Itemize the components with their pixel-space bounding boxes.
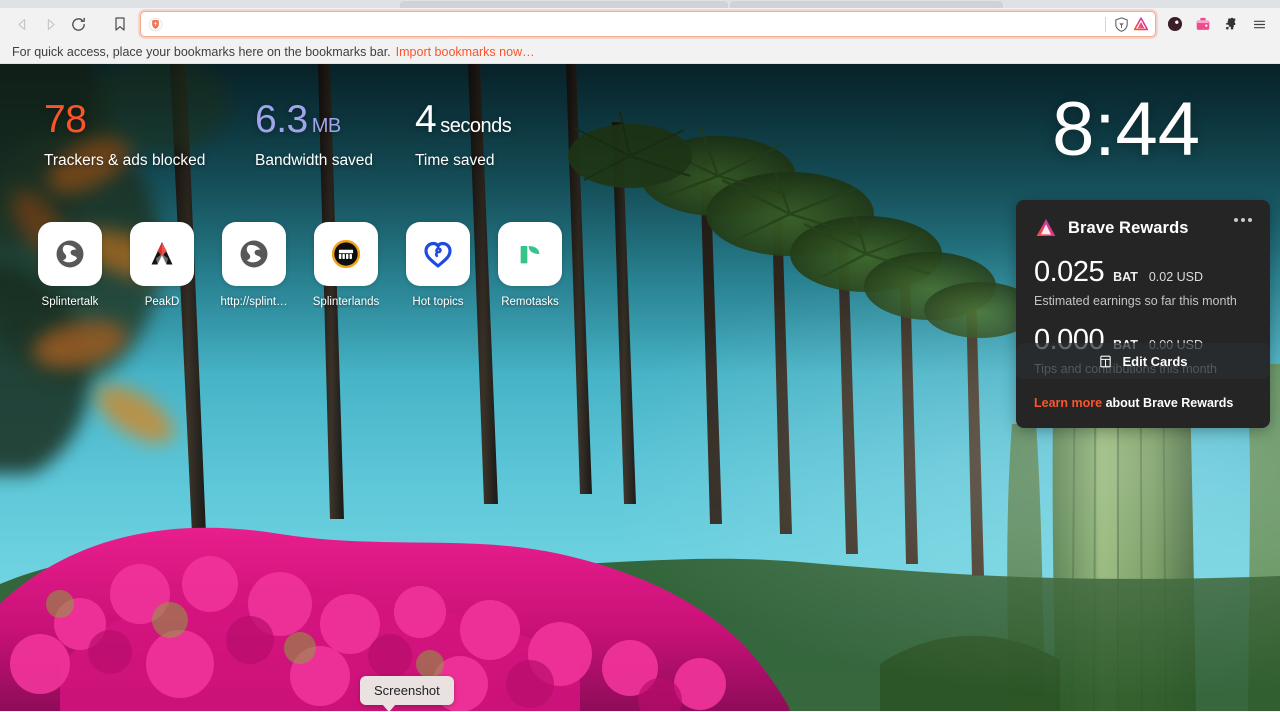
stat-label: Time saved xyxy=(415,152,495,169)
rewards-learn-more-row: Learn more about Brave Rewards xyxy=(1034,396,1252,410)
brave-talk-icon xyxy=(1167,16,1183,32)
tile-icon-box xyxy=(498,222,562,286)
stat-value: 4 xyxy=(415,98,437,141)
top-site-tile[interactable]: Hot topics xyxy=(400,222,476,308)
tile-icon-box xyxy=(130,222,194,286)
earnings-description: Estimated earnings so far this month xyxy=(1034,294,1237,308)
browser-tab[interactable] xyxy=(730,1,1003,8)
brave-rewards-logo-icon xyxy=(1036,219,1056,236)
brave-wallet-button[interactable] xyxy=(1190,11,1216,37)
brave-rewards-icon[interactable] xyxy=(1131,14,1151,34)
omnibox-divider xyxy=(1105,16,1106,32)
edit-cards-button[interactable]: Edit Cards xyxy=(1016,343,1270,379)
brave-talk-button[interactable] xyxy=(1162,11,1188,37)
tile-icon-box xyxy=(314,222,378,286)
reload-icon xyxy=(71,17,85,31)
toolbar-right-icons xyxy=(1162,11,1272,37)
tab-strip xyxy=(0,0,1280,8)
clock-widget: 8:44 xyxy=(1052,87,1200,172)
bookmarks-bar: For quick access, place your bookmarks h… xyxy=(0,40,1280,64)
tile-label: Remotasks xyxy=(501,296,559,308)
import-bookmarks-link[interactable]: Import bookmarks now… xyxy=(396,45,535,59)
stat-trackers-blocked: 78 Trackers & ads blocked xyxy=(44,100,255,170)
dot xyxy=(1248,218,1252,222)
stat-unit: seconds xyxy=(440,115,512,137)
top-site-tile[interactable]: Splintertalk xyxy=(32,222,108,308)
address-bar[interactable] xyxy=(140,11,1156,37)
globe-dark-icon xyxy=(56,240,84,268)
stat-unit: MB xyxy=(311,115,342,137)
earnings-amount: 0.025 xyxy=(1034,256,1105,288)
top-site-tile[interactable]: http://splint… xyxy=(216,222,292,308)
back-arrow-icon xyxy=(17,18,25,30)
privacy-stats: 78 Trackers & ads blocked 6.3 MB Bandwidt… xyxy=(44,100,615,170)
bookmark-icon xyxy=(115,17,125,31)
tile-label: http://splint… xyxy=(220,296,288,308)
top-site-tile[interactable]: PeakD xyxy=(124,222,200,308)
rewards-earnings-block: 0.025 BAT 0.02 USD Estimated earnings so… xyxy=(1034,256,1252,309)
screenshot-tooltip: Screenshot xyxy=(360,676,454,711)
bookmark-button[interactable] xyxy=(106,10,134,38)
address-input[interactable] xyxy=(163,17,1100,31)
forward-button[interactable] xyxy=(36,10,64,38)
tile-icon-box xyxy=(38,222,102,286)
stat-bandwidth-saved: 6.3 MB Bandwidth saved xyxy=(255,100,415,170)
brave-rewards-card: Brave Rewards 0.025 BAT 0.02 USD Estimat… xyxy=(1016,200,1270,428)
earnings-usd: 0.02 USD xyxy=(1148,270,1204,284)
puzzle-icon xyxy=(1225,17,1235,29)
tile-icon-box xyxy=(222,222,286,286)
browser-menu-button[interactable] xyxy=(1246,11,1272,37)
learn-more-link[interactable]: Learn more xyxy=(1034,396,1102,410)
cards-icon xyxy=(1100,355,1112,367)
hamburger-menu-icon xyxy=(1253,20,1265,28)
earnings-currency: BAT xyxy=(1113,270,1138,284)
tile-icon-box xyxy=(406,222,470,286)
top-site-tile[interactable]: Remotasks xyxy=(492,222,568,308)
dot xyxy=(1241,218,1245,222)
learn-more-suffix: about Brave Rewards xyxy=(1102,396,1234,410)
stat-label: Bandwidth saved xyxy=(255,152,374,169)
browser-toolbar xyxy=(0,8,1280,40)
tile-label: PeakD xyxy=(144,296,180,308)
top-site-tile[interactable]: Splinterlands xyxy=(308,222,384,308)
dot xyxy=(1234,218,1238,222)
peakd-icon xyxy=(151,242,173,265)
remotasks-icon xyxy=(520,246,540,264)
extensions-button[interactable] xyxy=(1218,11,1244,37)
bookmarks-bar-message: For quick access, place your bookmarks h… xyxy=(12,44,391,59)
hot-topics-icon xyxy=(424,241,452,268)
tile-label: Splinterlands xyxy=(312,296,380,308)
edit-cards-label: Edit Cards xyxy=(1122,353,1188,369)
stat-time-saved: 4 seconds Time saved xyxy=(415,100,615,170)
stat-value: 78 xyxy=(44,98,87,141)
rewards-header: Brave Rewards xyxy=(1034,216,1252,240)
forward-arrow-icon xyxy=(47,18,55,30)
splinterlands-icon xyxy=(331,239,361,269)
tile-label: Hot topics xyxy=(412,296,464,308)
stat-value: 6.3 xyxy=(255,98,308,141)
back-button[interactable] xyxy=(8,10,36,38)
globe-dark-icon xyxy=(240,240,268,268)
brave-shields-icon[interactable] xyxy=(1111,14,1131,34)
browser-tab[interactable] xyxy=(400,1,728,8)
top-sites-grid: Splintertalk PeakD http://splint… Splint… xyxy=(32,222,568,308)
stat-label: Trackers & ads blocked xyxy=(44,152,206,169)
rewards-more-options-button[interactable] xyxy=(1234,218,1252,222)
rewards-title: Brave Rewards xyxy=(1068,218,1189,237)
site-shield-icon xyxy=(147,16,163,32)
wallet-icon xyxy=(1196,17,1210,30)
tile-label: Splintertalk xyxy=(41,296,99,308)
reload-button[interactable] xyxy=(64,10,92,38)
new-tab-page: 78 Trackers & ads blocked 6.3 MB Bandwidt… xyxy=(0,64,1280,711)
screenshot-tooltip-label: Screenshot xyxy=(374,683,440,698)
